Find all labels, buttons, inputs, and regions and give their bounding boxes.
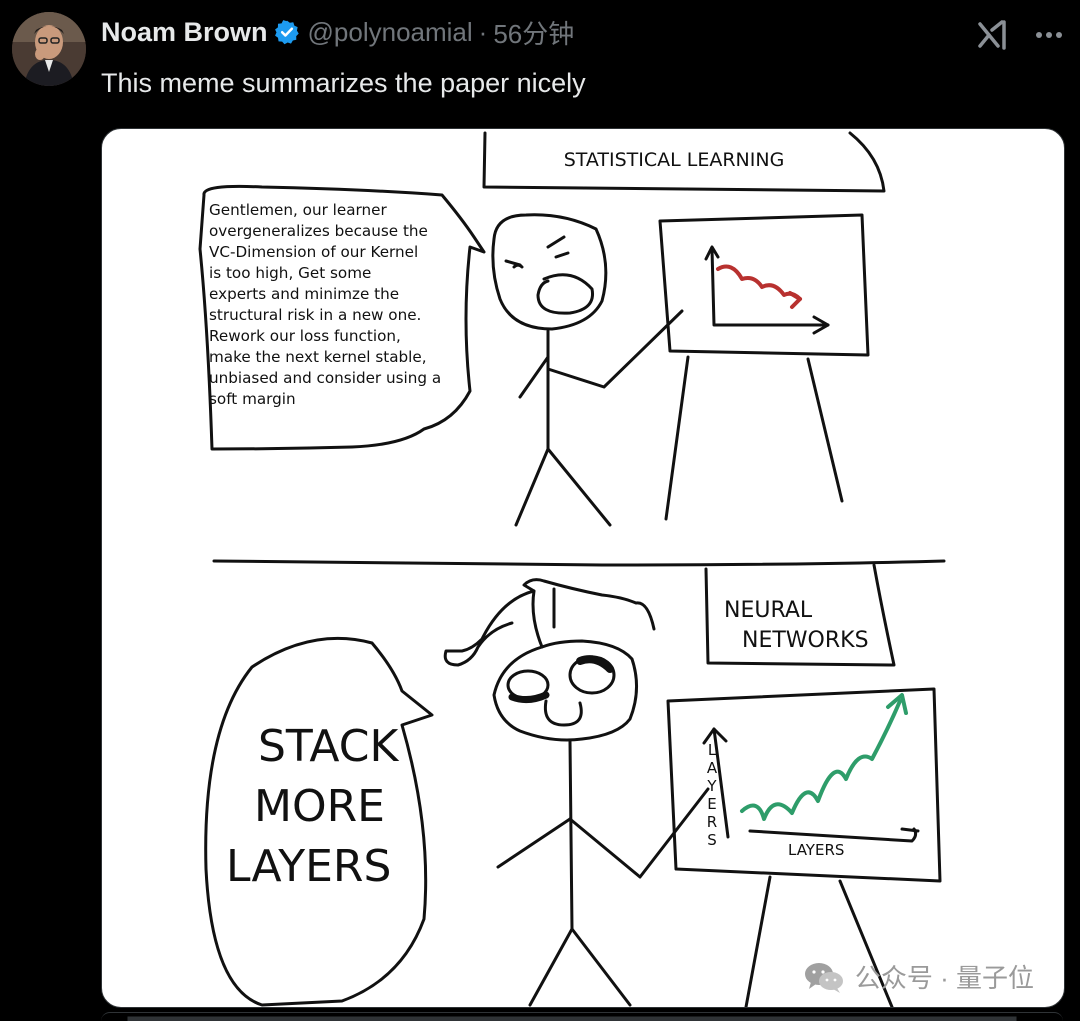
y-axis-label-letter: Y: [706, 777, 717, 795]
wechat-icon: [804, 962, 843, 993]
y-axis-label-letter: L: [708, 741, 717, 759]
top-speech-line: unbiased and consider using a: [209, 369, 441, 387]
panel-divider: [212, 559, 946, 567]
bottom-chart-x-axis: [748, 827, 918, 843]
y-axis-label-letter: R: [707, 813, 717, 831]
top-speech-line: VC-Dimension of our Kernel: [209, 243, 418, 261]
jester-stick-figure: [443, 578, 710, 1007]
tweet-timestamp[interactable]: 56分钟: [493, 14, 574, 51]
author-name[interactable]: Noam Brown: [101, 17, 268, 48]
top-speech-line: make the next kernel stable,: [209, 348, 427, 366]
bottom-chart-rising-line: [740, 699, 902, 821]
more-options-icon[interactable]: [1032, 18, 1066, 52]
bottom-title-line-2: NETWORKS: [742, 628, 869, 653]
watermark-text: 公众号 · 量子位: [854, 963, 1034, 993]
avatar[interactable]: [12, 12, 86, 86]
tweet-text: This meme summarizes the paper nicely: [101, 68, 586, 98]
top-panel-title: STATISTICAL LEARNING: [564, 149, 785, 171]
separator-dot: ·: [478, 16, 488, 47]
bottom-chart-x-label: LAYERS: [788, 841, 844, 859]
y-axis-label-letter: A: [707, 759, 718, 777]
tweet-header: Noam Brown @polynoamial · 56分钟: [101, 14, 574, 50]
top-stick-figure: [491, 213, 684, 527]
top-speech-line: is too high, Get some: [209, 264, 371, 282]
top-speech-line: overgeneralizes because the: [209, 222, 428, 240]
bottom-chart-y-label: LAYERS: [706, 741, 717, 849]
y-axis-label-letter: E: [707, 795, 716, 813]
top-speech-line: Rework our loss function,: [209, 327, 401, 345]
author-handle[interactable]: @polynoamial: [308, 17, 473, 48]
top-speech-line: Gentlemen, our learner: [209, 201, 387, 219]
top-chart-easel: [658, 213, 870, 521]
tweet-media-image[interactable]: STATISTICAL LEARNING Gentlemen, our lear…: [101, 128, 1065, 1008]
bottom-speech-line: MORE: [254, 781, 385, 832]
verified-badge-icon: [274, 20, 299, 45]
watermark: 公众号 · 量子位: [803, 958, 1034, 995]
bottom-title-line-1: NEURAL: [724, 598, 813, 623]
top-speech-text: Gentlemen, our learner overgeneralizes b…: [209, 201, 441, 408]
avatar-image: [12, 12, 86, 86]
top-speech-line: structural risk in a new one.: [209, 306, 421, 324]
meme-drawing: STATISTICAL LEARNING Gentlemen, our lear…: [198, 131, 946, 1007]
bottom-speech-line: STACK: [258, 721, 399, 772]
y-axis-label-letter: S: [707, 831, 717, 849]
top-chart-declining-line: [716, 264, 802, 301]
top-speech-line: soft margin: [209, 390, 296, 408]
top-speech-line: experts and minimze the: [209, 285, 399, 303]
tweet-actions-top: [976, 18, 1066, 52]
grok-icon[interactable]: [976, 18, 1010, 52]
bottom-speech-line: LAYERS: [226, 841, 391, 892]
bottom-speech-text: STACK MORE LAYERS: [226, 721, 399, 892]
